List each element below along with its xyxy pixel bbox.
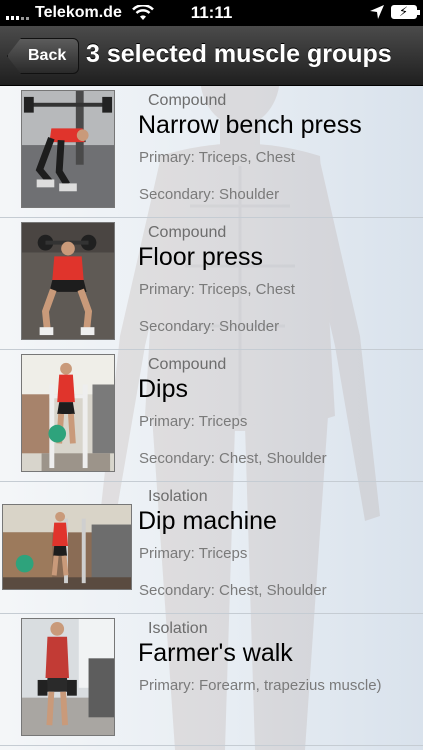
exercise-name: Floor press <box>138 243 264 271</box>
exercise-row[interactable]: Compound Dips Primary: Triceps Secondary… <box>0 350 423 482</box>
secondary-muscles: Secondary: Shoulder <box>139 186 280 203</box>
status-bar: Telekom.de 11:11 ⚡ <box>0 0 423 26</box>
exercise-row[interactable]: Compound Floor press Primary: Triceps, C… <box>0 218 423 350</box>
exercise-category: Compound <box>148 356 227 373</box>
back-button[interactable]: Back <box>7 38 80 74</box>
secondary-muscles: Secondary: Chest, Shoulder <box>139 582 327 599</box>
location-arrow-icon <box>370 5 384 19</box>
primary-muscles: Primary: Triceps <box>139 545 248 562</box>
exercise-thumbnail <box>2 504 132 590</box>
exercise-name: Dips <box>138 375 189 403</box>
page-title: 3 selected muscle groups <box>86 40 392 68</box>
exercise-thumbnail <box>21 90 115 208</box>
secondary-muscles: Secondary: Chest, Shoulder <box>139 450 327 467</box>
exercise-thumbnail <box>21 222 115 340</box>
exercise-category: Compound <box>148 92 227 109</box>
exercise-row[interactable]: Isolation Farmer's walk Primary: Forearm… <box>0 614 423 746</box>
exercise-thumbnail <box>21 618 115 736</box>
primary-muscles: Primary: Forearm, trapezius muscle) <box>139 677 382 694</box>
primary-muscles: Primary: Triceps, Chest <box>139 281 295 298</box>
exercise-category: Compound <box>148 224 227 241</box>
exercise-name: Farmer's walk <box>138 639 293 667</box>
exercise-row[interactable]: Isolation Dip machine Primary: Triceps S… <box>0 482 423 614</box>
exercise-name: Narrow bench press <box>138 111 362 139</box>
exercise-row[interactable]: Compound Narrow bench press Primary: Tri… <box>0 86 423 218</box>
primary-muscles: Primary: Triceps, Chest <box>139 149 295 166</box>
navigation-bar: Back 3 selected muscle groups <box>0 26 423 86</box>
secondary-muscles: Secondary: Shoulder <box>139 318 280 335</box>
exercise-category: Isolation <box>148 488 208 505</box>
clock: 11:11 <box>190 3 233 22</box>
primary-muscles: Primary: Triceps <box>139 413 248 430</box>
exercise-list[interactable]: Compound Narrow bench press Primary: Tri… <box>0 86 423 750</box>
exercise-name: Dip machine <box>138 507 277 535</box>
exercise-thumbnail <box>21 354 115 472</box>
battery-charging-icon: ⚡ <box>391 4 420 19</box>
exercise-category: Isolation <box>148 620 208 637</box>
